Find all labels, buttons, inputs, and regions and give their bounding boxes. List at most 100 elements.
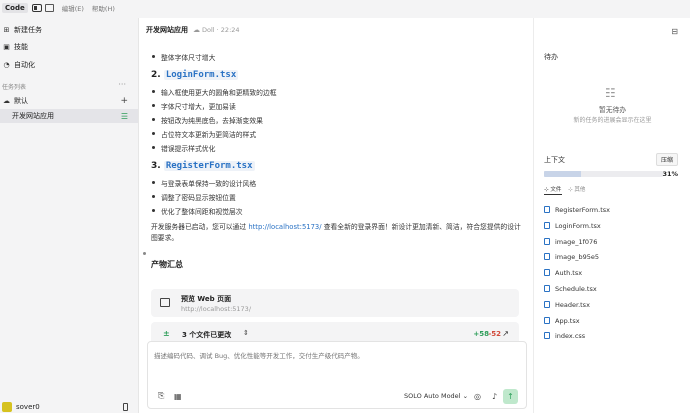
preview-url: http://localhost:5173/	[181, 305, 252, 313]
file-list-item[interactable]: Auth.tsx	[544, 267, 582, 278]
heading-number: 3.	[151, 161, 161, 171]
page-title: 开发网站应用	[146, 26, 188, 34]
todo-empty-text: 暂无待办	[598, 106, 627, 114]
todo-list-icon: ☷	[605, 86, 616, 100]
sidebar-item-skills[interactable]: ▣ 技能	[0, 40, 138, 54]
list-item: 字体尺寸增大，更加易读	[151, 101, 236, 111]
open-external-icon[interactable]: ↗	[502, 329, 509, 338]
chat-meta: Doll · 22:24	[202, 26, 240, 34]
model-select[interactable]: SOLO Auto Model ⌄	[404, 392, 468, 400]
step-dot	[143, 252, 146, 255]
tab-other[interactable]: ⊹ 其他	[568, 185, 585, 193]
additions-count: +58	[473, 330, 489, 338]
section-heading: 2. LoginForm.tsx	[151, 70, 239, 80]
right-panel: ⊟ 待办 ☷ 暂无待办 新的任务的进展会显示在这里 上下文 压缩 31% ⊹ 文…	[533, 18, 690, 413]
sidebar-item-label: 自动化	[14, 61, 35, 69]
more-icon[interactable]: ···	[118, 80, 126, 89]
file-name: RegisterForm.tsx	[555, 205, 610, 214]
task-group-default[interactable]: ☁ 默认 +	[0, 94, 138, 108]
todo-description: 新的任务的进展会显示在这里	[573, 117, 652, 124]
file-list-item[interactable]: Header.tsx	[544, 299, 590, 310]
sidebar-item-automation[interactable]: ◔ 自动化	[0, 58, 138, 72]
code-mode-tag[interactable]: Code	[2, 3, 28, 13]
add-task-icon[interactable]: +	[120, 96, 128, 106]
diff-icon: ±	[163, 329, 170, 338]
task-label: 开发网站应用	[12, 112, 54, 120]
file-list-item[interactable]: LoginForm.tsx	[544, 220, 601, 231]
list-item: 整体字体尺寸增大	[151, 52, 215, 62]
image-icon[interactable]: ▦	[174, 392, 182, 401]
todo-title: 待办	[544, 53, 558, 61]
browser-icon	[160, 298, 170, 307]
sidebar-toggle-icon[interactable]	[31, 4, 42, 12]
preview-title: 预览 Web 页面	[181, 295, 232, 303]
avatar[interactable]	[2, 402, 12, 412]
cloud-icon: ☁	[193, 26, 200, 34]
sidebar-item-label: 新建任务	[14, 26, 42, 34]
username: sover0	[16, 403, 40, 411]
list-item: 按钮改为纯黑底色，去掉渐变效果	[151, 115, 263, 125]
files-changed-label: 3 个文件已更改	[182, 331, 232, 339]
file-name: App.tsx	[555, 316, 580, 325]
context-percent: 31%	[662, 170, 678, 178]
file-icon	[544, 317, 550, 324]
cloud-icon: ☁	[3, 97, 10, 105]
localhost-link[interactable]: http://localhost:5173/	[248, 223, 321, 231]
task-list-label: 任务列表	[2, 84, 27, 91]
file-icon	[544, 222, 550, 229]
file-icon	[544, 269, 550, 276]
summary-paragraph: 开发服务器已启动，您可以通过 http://localhost:5173/ 查看…	[151, 222, 521, 244]
chat-main: 开发网站应用 ☁ Doll · 22:24 整体字体尺寸增大 2. LoginF…	[138, 18, 533, 413]
automation-icon: ◔	[3, 61, 10, 69]
file-list-item[interactable]: image_b95e5	[544, 251, 599, 262]
list-item: 优化了整体间距和视觉层次	[151, 206, 243, 216]
file-list-item[interactable]: image_1f076	[544, 236, 597, 247]
file-icon	[544, 253, 550, 260]
file-list-item[interactable]: Schedule.tsx	[544, 283, 597, 294]
sidebar-item-new-task[interactable]: ⊞ 新建任务	[0, 23, 138, 37]
layout-icon[interactable]	[44, 4, 54, 12]
paragraph-text: 开发服务器已启动，您可以通过	[151, 223, 249, 231]
mention-icon[interactable]: ◎	[474, 392, 481, 401]
attach-icon[interactable]: ⎘	[158, 391, 164, 401]
file-icon	[544, 285, 550, 292]
chat-input-box: ⎘ ▦ SOLO Auto Model ⌄ ◎ ♪ ↑	[147, 341, 527, 409]
file-name-code: RegisterForm.tsx	[163, 161, 255, 171]
sidebar-item-label: 技能	[14, 43, 28, 51]
list-item: 输入框使用更大的圆角和更精致的边框	[151, 87, 277, 97]
chat-input[interactable]	[154, 352, 514, 360]
task-group-label: 默认	[14, 97, 28, 105]
app-window: Code 编辑(E) 帮助(H) ⊞ 新建任务 ▣ 技能 ◔ 自动化 任务列表 …	[0, 0, 690, 413]
panel-layout-icon[interactable]: ⊟	[671, 27, 678, 36]
file-name: image_1f076	[555, 237, 598, 246]
heading-number: 2.	[151, 70, 161, 80]
compress-button[interactable]: 压缩	[655, 153, 678, 166]
mobile-device-icon[interactable]	[123, 403, 128, 411]
send-button[interactable]: ↑	[503, 389, 518, 404]
section-heading: 3. RegisterForm.tsx	[151, 161, 255, 171]
file-name: LoginForm.tsx	[555, 221, 601, 230]
menu-help[interactable]: 帮助(H)	[92, 3, 115, 13]
file-name: Header.tsx	[555, 300, 590, 309]
active-tab-indicator	[544, 194, 562, 195]
file-list-item[interactable]: index.css	[544, 330, 585, 341]
chevron-updown-icon[interactable]: ⇕	[243, 329, 249, 337]
microphone-icon[interactable]: ♪	[492, 392, 497, 401]
file-icon	[544, 238, 550, 245]
file-list-item[interactable]: App.tsx	[544, 315, 580, 326]
list-item: 错误提示样式优化	[151, 143, 215, 153]
file-list-item[interactable]: RegisterForm.tsx	[544, 204, 610, 215]
sidebar-item-task-active[interactable]: 开发网站应用 ☰	[0, 109, 138, 123]
tab-files[interactable]: ⊹ 文件	[544, 185, 561, 193]
list-item: 与登录表单保持一致的设计风格	[151, 178, 256, 188]
list-item: 调整了密码显示按钮位置	[151, 192, 236, 202]
tab-files-label: 文件	[550, 187, 562, 193]
file-name: Auth.tsx	[555, 268, 583, 277]
menu-edit[interactable]: 编辑(E)	[62, 3, 84, 13]
model-label: SOLO Auto Model	[404, 392, 461, 400]
context-title: 上下文	[544, 156, 565, 164]
file-icon	[544, 332, 550, 339]
file-name: index.css	[555, 331, 586, 340]
file-name-code: LoginForm.tsx	[163, 70, 239, 80]
preview-card[interactable]: 预览 Web 页面 http://localhost:5173/	[151, 289, 519, 317]
